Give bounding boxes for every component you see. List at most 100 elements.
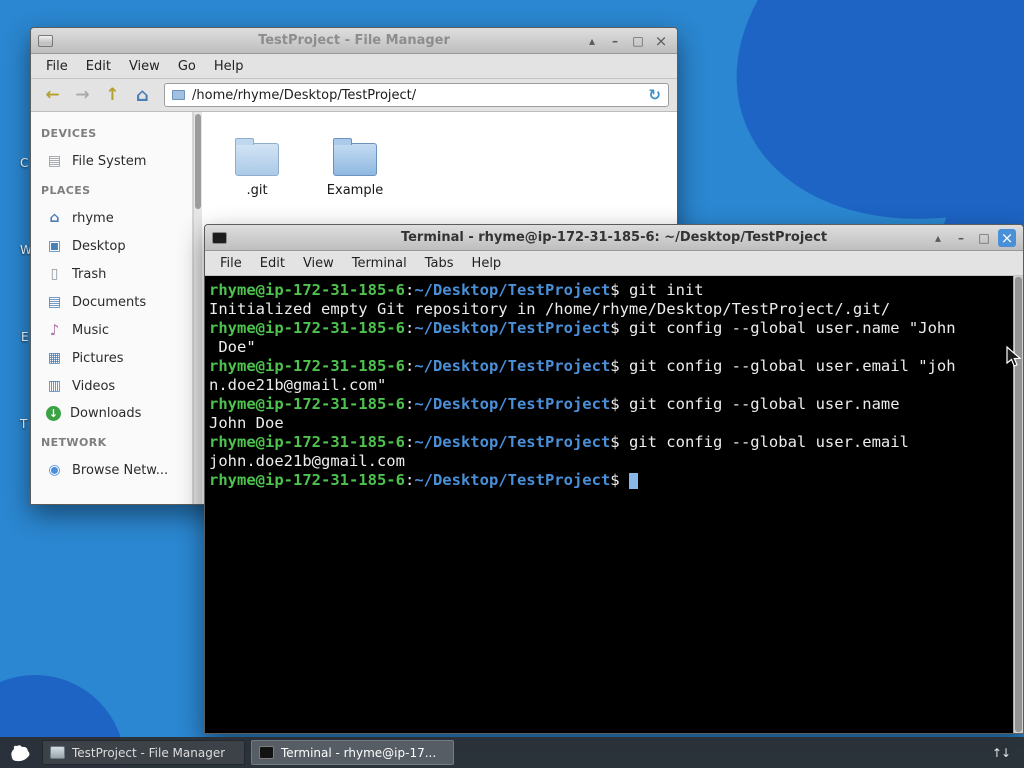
file-name: Example: [326, 183, 384, 198]
path-bar[interactable]: /home/rhyme/Desktop/TestProject/ ↻: [164, 83, 669, 107]
prompt-path: ~/Desktop/TestProject: [414, 471, 611, 489]
terminal-line: rhyme@ip-172-31-185-6:~/Desktop/TestProj…: [209, 281, 1013, 300]
terminal-text: Doe": [209, 338, 256, 356]
sidebar-item-label: Desktop: [72, 238, 126, 254]
sidebar-item-label: Music: [72, 322, 109, 338]
file-manager-toolbar: ← → ↑ ⌂ /home/rhyme/Desktop/TestProject/…: [31, 79, 677, 112]
shade-button[interactable]: [583, 32, 601, 50]
desktop: CWET TestProject - File Manager FileEdit…: [0, 0, 1024, 768]
desktop-icon-label[interactable]: C: [20, 156, 28, 170]
file-manager-window-icon: [38, 34, 53, 47]
prompt-user: rhyme@ip-172-31-185-6: [209, 319, 405, 337]
taskbar-button-label: TestProject - File Manager: [72, 745, 226, 760]
sidebar-item-label: File System: [72, 153, 147, 169]
prompt-user: rhyme@ip-172-31-185-6: [209, 471, 405, 489]
prompt-sep: $: [610, 471, 620, 489]
fm-menu-view[interactable]: View: [120, 56, 169, 77]
prompt-sep: :: [404, 357, 415, 375]
terminal-line: rhyme@ip-172-31-185-6:~/Desktop/TestProj…: [209, 319, 1013, 338]
sidebar-item-pictures[interactable]: ▦ Pictures: [31, 344, 192, 372]
terminal-line: Initialized empty Git repository in /hom…: [209, 300, 1013, 319]
sidebar-item-documents[interactable]: ▤ Documents: [31, 288, 192, 316]
sidebar-item-music[interactable]: ♪ Music: [31, 316, 192, 344]
sidebar-item-videos[interactable]: ▥ Videos: [31, 372, 192, 400]
file-example[interactable]: Example: [320, 136, 390, 198]
terminal-menu-file[interactable]: File: [211, 253, 251, 274]
file-manager-sidebar: DEVICES ▤ File System PLACES ⌂ rhyme ▣ Desktop ▯…: [31, 112, 193, 504]
prompt-sep: :: [404, 395, 415, 413]
back-button[interactable]: ←: [39, 83, 66, 108]
file-manager-titlebar[interactable]: TestProject - File Manager: [31, 28, 677, 54]
home-button[interactable]: ⌂: [129, 83, 156, 108]
prompt-sep: $: [610, 433, 620, 451]
close-button[interactable]: [652, 32, 670, 50]
documents-icon: ▤: [47, 294, 62, 310]
terminal-text: git config --global user.name: [619, 395, 900, 413]
terminal-menu-help[interactable]: Help: [463, 253, 511, 274]
terminal-scrollbar[interactable]: [1013, 276, 1023, 733]
terminal-menu-view[interactable]: View: [294, 253, 343, 274]
prompt-path: ~/Desktop/TestProject: [414, 281, 611, 299]
sidebar-item-trash[interactable]: ▯ Trash: [31, 260, 192, 288]
sidebar-item-desktop[interactable]: ▣ Desktop: [31, 232, 192, 260]
desktop-icon-label[interactable]: T: [20, 417, 27, 431]
terminal-line: John Doe: [209, 414, 1013, 433]
shade-button[interactable]: [929, 229, 947, 247]
fm-menu-edit[interactable]: Edit: [77, 56, 120, 77]
sidebar-scrollbar[interactable]: [193, 112, 202, 504]
terminal-text: Initialized empty Git repository in /hom…: [209, 300, 891, 318]
prompt-path: ~/Desktop/TestProject: [414, 319, 611, 337]
forward-button[interactable]: →: [69, 83, 96, 108]
terminal-text: git config --global user.email "joh: [619, 357, 956, 375]
prompt-path: ~/Desktop/TestProject: [414, 395, 611, 413]
fm-menu-go[interactable]: Go: [169, 56, 205, 77]
terminal-menu-tabs[interactable]: Tabs: [416, 253, 463, 274]
maximize-button[interactable]: [975, 229, 993, 247]
network-traffic-icon[interactable]: ↑↓: [992, 746, 1019, 760]
sidebar-item-rhyme[interactable]: ⌂ rhyme: [31, 204, 192, 232]
path-text: /home/rhyme/Desktop/TestProject/: [192, 87, 417, 103]
terminal-line: n.doe21b@gmail.com": [209, 376, 1013, 395]
prompt-path: ~/Desktop/TestProject: [414, 433, 611, 451]
terminal-cursor: [628, 473, 638, 489]
prompt-sep: $: [610, 395, 620, 413]
sidebar-item-downloads[interactable]: ↓ Downloads: [31, 400, 192, 427]
sidebar-item-browse-netw-[interactable]: ◉ Browse Netw...: [31, 456, 192, 484]
terminal-menu-terminal[interactable]: Terminal: [343, 253, 416, 274]
terminal-menu-edit[interactable]: Edit: [251, 253, 294, 274]
scrollbar-thumb[interactable]: [195, 114, 201, 209]
terminal-titlebar[interactable]: Terminal - rhyme@ip-172-31-185-6: ~/Desk…: [205, 225, 1023, 251]
terminal-line: john.doe21b@gmail.com: [209, 452, 1013, 471]
terminal-text: git init: [619, 281, 704, 299]
minimize-button[interactable]: [952, 229, 970, 247]
applications-menu-button[interactable]: [5, 739, 35, 766]
terminal-output[interactable]: rhyme@ip-172-31-185-6:~/Desktop/TestProj…: [205, 276, 1013, 733]
desktop-icon-label[interactable]: E: [21, 330, 29, 344]
file-manager-title: TestProject - File Manager: [258, 33, 450, 48]
terminal-text: n.doe21b@gmail.com": [209, 376, 387, 394]
downloads-icon: ↓: [46, 406, 61, 421]
sidebar-item-file-system[interactable]: ▤ File System: [31, 147, 192, 175]
tb-folder-icon: [50, 746, 65, 759]
sidebar-item-label: Trash: [72, 266, 107, 282]
file-name: .git: [246, 183, 268, 198]
fm-menu-help[interactable]: Help: [205, 56, 253, 77]
prompt-sep: :: [404, 433, 415, 451]
close-button[interactable]: [998, 228, 1016, 247]
sidebar-item-label: Documents: [72, 294, 147, 310]
fm-menu-file[interactable]: File: [37, 56, 77, 77]
network-icon: ◉: [48, 462, 61, 478]
sidebar-item-label: Browse Netw...: [72, 462, 169, 478]
file-git[interactable]: .git: [222, 136, 292, 198]
up-button[interactable]: ↑: [99, 83, 126, 108]
xfce-mouse-icon: [11, 744, 30, 761]
sidebar-item-label: Videos: [72, 378, 116, 394]
maximize-button[interactable]: [629, 32, 647, 50]
taskbar-button[interactable]: Terminal - rhyme@ip-17...: [251, 740, 454, 765]
terminal-line: rhyme@ip-172-31-185-6:~/Desktop/TestProj…: [209, 357, 1013, 376]
refresh-icon[interactable]: ↻: [648, 86, 661, 104]
videos-icon: ▥: [47, 378, 62, 394]
minimize-button[interactable]: [606, 32, 624, 50]
taskbar-button[interactable]: TestProject - File Manager: [42, 740, 245, 765]
